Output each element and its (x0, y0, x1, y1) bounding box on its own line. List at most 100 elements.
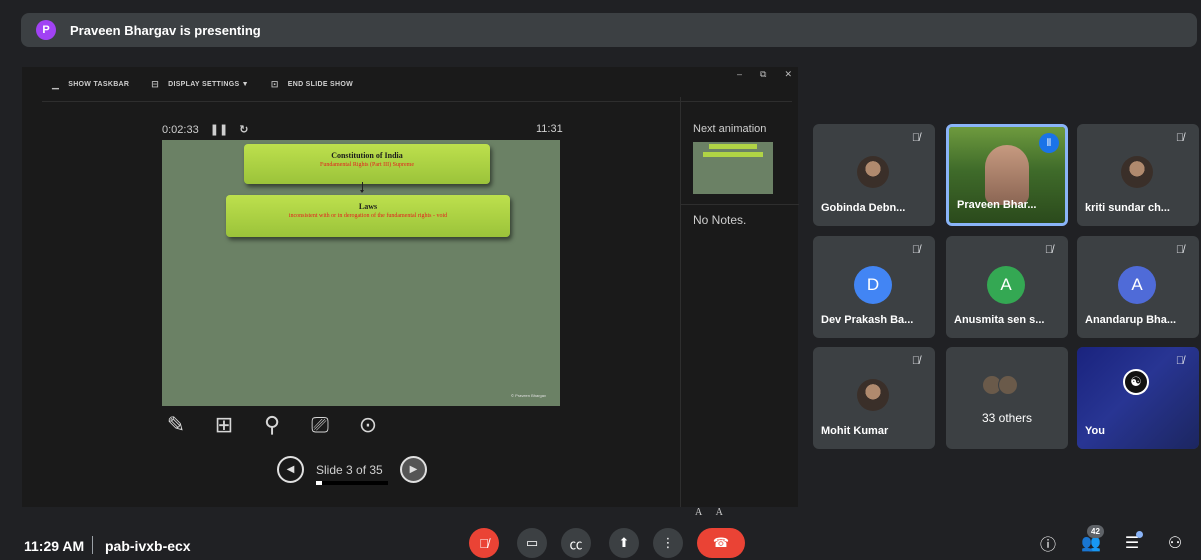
slide-box2-title: Laws (358, 202, 378, 211)
avatar (1121, 156, 1153, 188)
mic-off-icon: 🎙̸ (1175, 355, 1185, 367)
presenter-avatar: P (36, 20, 56, 40)
mic-off-icon: 🎙̸ (1044, 244, 1054, 256)
participant-name: Anandarup Bha... (1085, 314, 1177, 326)
activities-icon: ⚇ (1167, 535, 1183, 552)
slide-box1-subtitle: Fundamental Rights (Part III) Supreme (320, 162, 414, 168)
others-avatars (982, 375, 1018, 395)
end-slide-show-label: END SLIDE SHOW (287, 80, 354, 88)
restart-timer-icon[interactable]: ↻ (239, 124, 248, 136)
meeting-code: pab-ivxb-ecx (105, 538, 191, 554)
captions-button[interactable]: ㏄ (561, 528, 591, 558)
leave-call-button[interactable]: ☎ (697, 528, 745, 558)
notes-divider (681, 204, 799, 205)
avatar (857, 379, 889, 411)
elapsed-timer: 0:02:33 ❚❚ ↻ (162, 123, 248, 136)
next-animation-label: Next animation (693, 123, 767, 135)
participant-name: You (1085, 425, 1105, 437)
people-button[interactable]: 👥 42 (1079, 525, 1104, 555)
avatar (998, 375, 1018, 395)
restore-icon[interactable]: ⧉ (760, 69, 766, 80)
participant-name: kriti sundar ch... (1085, 202, 1170, 214)
participant-name: Anusmita sen s... (954, 314, 1045, 326)
show-taskbar-label: SHOW TASKBAR (68, 80, 130, 88)
avatar: A (987, 266, 1025, 304)
mic-off-icon: 🎙̸ (1175, 244, 1185, 256)
others-tile[interactable]: 33 others (946, 347, 1068, 449)
participant-name: Gobinda Debn... (821, 202, 906, 214)
font-size-controls[interactable]: A A (695, 507, 729, 518)
video-feed (985, 145, 1029, 205)
participant-tile-speaking[interactable]: ⦀ Praveen Bhar... (946, 124, 1068, 226)
slide-arrow (360, 182, 364, 193)
end-show-icon: ⊡ (270, 78, 279, 89)
taskbar-icon: ▁ (52, 78, 60, 89)
slide-box-laws: Laws inconsistent with or in derogation … (226, 195, 510, 237)
minimize-icon[interactable]: – (737, 69, 742, 80)
display-settings-button[interactable]: ⊟ DISPLAY SETTINGS ▼ (151, 79, 249, 90)
pause-icon[interactable]: ❚❚ (210, 124, 228, 136)
participant-tile[interactable]: 🎙̸ D Dev Prakash Ba... (813, 236, 935, 338)
mic-off-icon: 🎙̸ (911, 244, 921, 256)
more-options-button[interactable]: ⋮ (653, 528, 683, 558)
see-all-slides-icon[interactable]: ⊞ (210, 412, 238, 438)
shared-screen: ▁ SHOW TASKBAR ⊟ DISPLAY SETTINGS ▼ ⊡ EN… (22, 67, 799, 518)
chat-button[interactable]: ☰ (1120, 531, 1144, 555)
participant-name: Dev Prakash Ba... (821, 314, 914, 326)
present-button[interactable]: ⬆ (609, 528, 639, 558)
slide-navigation: ◀ Slide 3 of 35 ▶ (277, 456, 427, 485)
display-settings-icon: ⊟ (151, 78, 160, 89)
thumb-box-1 (709, 144, 757, 149)
slide-progress-fill (316, 480, 323, 485)
self-tile[interactable]: 🎙̸ ☯ You (1077, 347, 1199, 449)
notification-dot (1136, 531, 1143, 538)
slide-box2-subtitle: inconsistent with or in derogation of th… (288, 213, 448, 219)
participant-tile[interactable]: 🎙̸ A Anandarup Bha... (1077, 236, 1199, 338)
participant-name: Mohit Kumar (821, 425, 889, 437)
zoom-icon[interactable]: ⚲ (258, 412, 286, 438)
participant-tile[interactable]: 🎙̸ A Anusmita sen s... (946, 236, 1068, 338)
next-slide-thumbnail (693, 142, 773, 194)
pen-icon[interactable]: ✎ (162, 412, 190, 438)
end-slide-show-button[interactable]: ⊡ END SLIDE SHOW (271, 79, 353, 90)
current-slide: Constitution of India Fundamental Rights… (162, 140, 560, 406)
more-options-icon[interactable]: ⊙ (354, 412, 382, 438)
screen-icon[interactable]: ⎚ (306, 412, 334, 438)
meeting-details-button[interactable]: ⓘ (1036, 531, 1060, 555)
presenting-text: Praveen Bhargav is presenting (70, 22, 261, 38)
next-slide-button[interactable]: ▶ (400, 456, 427, 483)
speaking-indicator-icon: ⦀ (1039, 133, 1059, 153)
slide-box1-title: Constitution of India (331, 151, 403, 160)
slide-counter-text: Slide 3 of 35 (316, 462, 383, 477)
mic-toggle-button[interactable]: 🎙̸ (469, 528, 499, 558)
presenter-toolbar: ▁ SHOW TASKBAR ⊟ DISPLAY SETTINGS ▼ ⊡ EN… (22, 67, 798, 101)
others-count: 33 others (981, 411, 1033, 425)
divider (92, 536, 93, 554)
window-controls: – ⧉ ✕ (737, 69, 792, 80)
end-call-icon: ☎ (712, 535, 730, 550)
close-icon[interactable]: ✕ (784, 69, 792, 80)
self-avatar: ☯ (1123, 369, 1149, 395)
more-vert-icon: ⋮ (661, 535, 675, 550)
show-taskbar-button[interactable]: ▁ SHOW TASKBAR (52, 79, 129, 90)
captions-icon: ㏄ (569, 536, 583, 552)
mic-off-icon: 🎙̸ (1175, 132, 1185, 144)
slide-tools: ✎ ⊞ ⚲ ⎚ ⊙ (162, 412, 382, 438)
present-icon: ⬆ (618, 535, 630, 550)
people-count-badge: 42 (1087, 525, 1104, 538)
participant-name: Praveen Bhar... (957, 199, 1037, 211)
participant-tile[interactable]: 🎙̸ Mohit Kumar (813, 347, 935, 449)
presenting-banner: P Praveen Bhargav is presenting (21, 13, 1197, 47)
previous-slide-button[interactable]: ◀ (277, 456, 304, 483)
avatar: D (854, 266, 892, 304)
mic-off-icon: 🎙̸ (911, 132, 921, 144)
participant-tile[interactable]: 🎙̸ Gobinda Debn... (813, 124, 935, 226)
speaker-notes: No Notes. (693, 213, 747, 227)
slide-copyright: © Praveen Bhargav (511, 393, 546, 398)
camera-toggle-button[interactable]: ▭ (517, 528, 547, 558)
participant-tile[interactable]: 🎙̸ kriti sundar ch... (1077, 124, 1199, 226)
meeting-time: 11:29 AM (24, 538, 85, 554)
activities-button[interactable]: ⚇ (1163, 531, 1187, 555)
display-settings-label: DISPLAY SETTINGS ▼ (168, 80, 249, 88)
slide-counter: Slide 3 of 35 (316, 462, 388, 485)
